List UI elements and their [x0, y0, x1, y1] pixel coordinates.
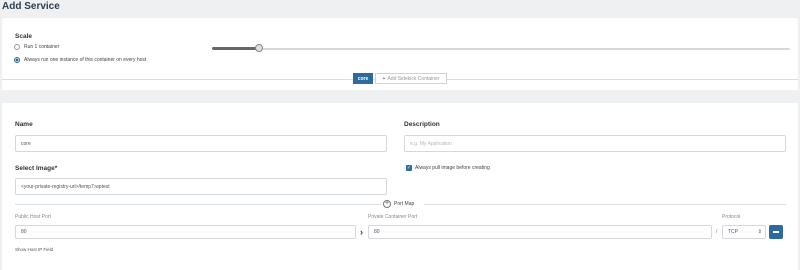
image-label: Select Image*	[15, 165, 58, 172]
port-divider-left	[15, 204, 381, 205]
form-panel: Name core Description e.g. My Applicatio…	[2, 103, 798, 270]
minus-icon	[773, 231, 779, 233]
port-map-label: Port Map	[394, 201, 415, 207]
name-input-value: core	[21, 140, 31, 147]
chevron-right-icon: ›	[360, 227, 363, 237]
page-title: Add Service	[2, 1, 60, 12]
scale-slider-thumb[interactable]	[255, 44, 263, 52]
pull-image-option[interactable]: ✓ Always pull image before creating	[406, 165, 490, 171]
select-arrows-icon: ⇕	[757, 229, 762, 235]
scale-panel: Scale Run 1 container Always run one ins…	[2, 18, 798, 90]
radio-every-host[interactable]	[14, 57, 20, 63]
description-label: Description	[404, 121, 440, 128]
protocol-select[interactable]: TCP ⇕	[722, 225, 766, 239]
port-divider-right	[424, 204, 786, 205]
image-input-value: <your-private-registry-url>/temp7:wptest	[21, 183, 110, 190]
scale-option-single[interactable]: Run 1 container	[14, 44, 59, 50]
private-port-value: 80	[374, 229, 380, 235]
radio-every-host-label: Always run one instance of this containe…	[24, 57, 147, 63]
public-port-value: 80	[21, 229, 27, 235]
scale-label: Scale	[15, 33, 32, 40]
private-port-label: Private Container Port	[368, 214, 418, 220]
add-sidekick-button[interactable]: + Add Sidekick Container	[375, 73, 447, 84]
remove-port-button[interactable]	[769, 225, 783, 239]
port-separator: /	[716, 229, 718, 235]
private-port-input[interactable]: 80	[368, 225, 712, 239]
description-input[interactable]: e.g. My Application	[404, 135, 786, 152]
scale-slider-track[interactable]	[260, 47, 790, 50]
scale-option-every-host[interactable]: Always run one instance of this containe…	[14, 57, 146, 63]
radio-run-one[interactable]	[14, 44, 20, 50]
port-map-toggle[interactable]: + Port Map	[383, 200, 414, 208]
name-input[interactable]: core	[15, 135, 387, 152]
show-host-ip-link[interactable]: Show Host IP Field	[15, 247, 53, 252]
protocol-value: TCP	[728, 229, 738, 235]
protocol-label: Protocol	[722, 214, 741, 220]
plus-icon: +	[382, 75, 386, 82]
name-label: Name	[15, 121, 33, 128]
description-placeholder: e.g. My Application	[410, 140, 452, 147]
pull-image-label: Always pull image before creating	[415, 165, 490, 171]
public-port-label: Public Host Port	[15, 214, 51, 220]
radio-run-one-label: Run 1 container	[24, 44, 60, 50]
tab-core[interactable]: core	[353, 73, 373, 84]
pull-image-checkbox[interactable]: ✓	[406, 165, 412, 171]
add-circle-icon: +	[383, 200, 391, 208]
scale-slider-filled[interactable]	[212, 47, 260, 50]
public-port-input[interactable]: 80	[15, 225, 356, 239]
image-input[interactable]: <your-private-registry-url>/temp7:wptest	[15, 178, 387, 195]
add-sidekick-label: Add Sidekick Container	[387, 75, 440, 82]
